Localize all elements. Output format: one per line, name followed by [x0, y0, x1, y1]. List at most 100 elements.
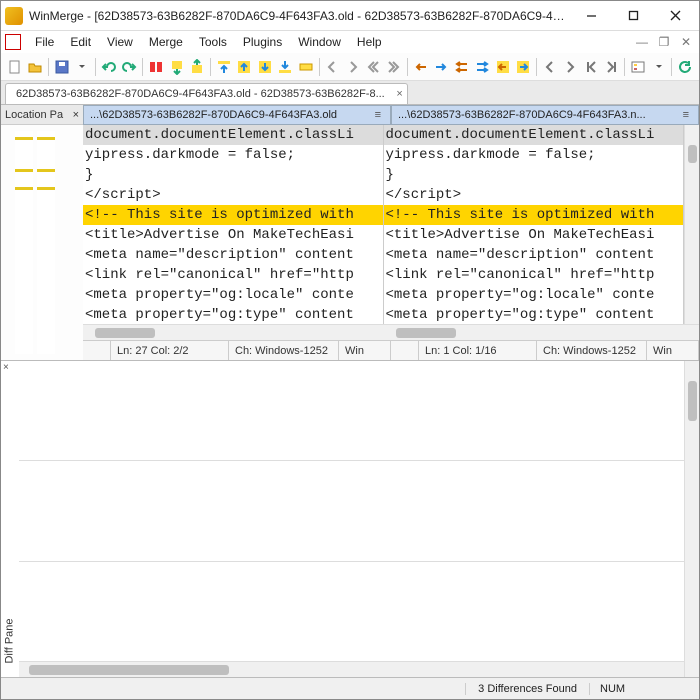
pane-status-bar: Ln: 27 Col: 2/2 Ch: Windows-1252 Win Ln:… [83, 340, 699, 360]
code-pane-right[interactable]: document.documentElement.classLiyipress.… [384, 125, 685, 324]
status-num: NUM [589, 683, 659, 695]
tab-close-icon[interactable]: × [396, 88, 402, 100]
location-body[interactable] [1, 125, 83, 360]
menu-plugins[interactable]: Plugins [235, 33, 290, 51]
undo-icon[interactable] [99, 56, 119, 78]
menu-help[interactable]: Help [349, 33, 390, 51]
mdi-minimize-button[interactable]: — [633, 34, 651, 50]
diff-down-icon[interactable] [167, 56, 187, 78]
menu-window[interactable]: Window [290, 33, 349, 51]
code-line: } [83, 165, 383, 185]
toolbar [1, 53, 699, 81]
location-pane: Location Pa × [1, 105, 83, 360]
copy-right-icon[interactable] [431, 56, 451, 78]
redo-icon[interactable] [120, 56, 140, 78]
next-diff-icon[interactable] [255, 56, 275, 78]
copy-left-all-icon[interactable] [452, 56, 472, 78]
code-line: <!-- This site is optimized with [384, 205, 684, 225]
toolbar-separator [624, 58, 625, 76]
status-right-enc: Win [647, 341, 699, 360]
last-diff-icon[interactable] [276, 56, 296, 78]
pane-left-header: ...\62D38573-63B6282F-870DA6C9-4F643FA3.… [83, 105, 391, 125]
location-close-icon[interactable]: × [73, 109, 79, 121]
close-button[interactable] [655, 3, 695, 29]
code-line: </script​> [83, 185, 383, 205]
options-icon[interactable] [628, 56, 648, 78]
code-line: } [384, 165, 684, 185]
pane-right-header: ...\62D38573-63B6282F-870DA6C9-4F643FA3.… [391, 105, 699, 125]
status-bar: 3 Differences Found NUM [1, 677, 699, 699]
vertical-scrollbar[interactable] [684, 125, 699, 324]
pane-eq-icon[interactable]: ≡ [372, 109, 384, 121]
refresh-icon[interactable] [675, 56, 695, 78]
all-right-icon[interactable] [514, 56, 534, 78]
menu-edit[interactable]: Edit [62, 33, 99, 51]
minimize-button[interactable] [571, 3, 611, 29]
copy-right-all-icon[interactable] [472, 56, 492, 78]
nav-next-icon[interactable] [343, 56, 363, 78]
all-left-icon[interactable] [493, 56, 513, 78]
window-title: WinMerge - [62D38573-63B6282F-870DA6C9-4… [29, 9, 571, 23]
diff-row[interactable] [19, 361, 684, 461]
code-line: yipress.darkmode = false; [384, 145, 684, 165]
status-left-enc: Win [339, 341, 391, 360]
code-line: <link rel="canonical" href="http [83, 265, 383, 285]
menu-view[interactable]: View [99, 33, 141, 51]
nav-prev2-icon[interactable] [364, 56, 384, 78]
merge-next2-icon[interactable] [602, 56, 622, 78]
toolbar-separator [407, 58, 408, 76]
diff-up-icon[interactable] [187, 56, 207, 78]
tab-label: 62D38573-63B6282F-870DA6C9-4F643FA3.old … [16, 88, 385, 100]
work-area: Location Pa × ...\62D38573-63B6282F-870D… [1, 105, 699, 677]
status-diffs: 3 Differences Found [465, 683, 589, 695]
menu-tools[interactable]: Tools [191, 33, 235, 51]
merge-prev-icon[interactable] [540, 56, 560, 78]
mdi-restore-button[interactable]: ❐ [655, 34, 673, 50]
document-icon [5, 34, 21, 50]
document-tab-bar: 62D38573-63B6282F-870DA6C9-4F643FA3.old … [1, 81, 699, 105]
menu-file[interactable]: File [27, 33, 62, 51]
compare-icon[interactable] [146, 56, 166, 78]
status-right-charset: Ch: Windows-1252 [537, 341, 647, 360]
diff-row[interactable] [19, 562, 684, 661]
mdi-close-button[interactable]: ✕ [677, 34, 695, 50]
diff-horizontal-scrollbar[interactable] [19, 661, 684, 677]
merge-prev2-icon[interactable] [581, 56, 601, 78]
save-dropdown-icon[interactable] [73, 56, 93, 78]
merge-next-icon[interactable] [561, 56, 581, 78]
options-dropdown-icon[interactable] [649, 56, 669, 78]
menu-merge[interactable]: Merge [141, 33, 191, 51]
pane-eq-icon[interactable]: ≡ [680, 109, 692, 121]
menu-bar: File Edit View Merge Tools Plugins Windo… [1, 31, 699, 53]
nav-next2-icon[interactable] [384, 56, 404, 78]
horizontal-scrollbar-right[interactable] [384, 324, 685, 340]
open-icon[interactable] [26, 56, 46, 78]
nav-prev-icon[interactable] [323, 56, 343, 78]
toolbar-separator [319, 58, 320, 76]
app-icon [5, 7, 23, 25]
first-diff-icon[interactable] [214, 56, 234, 78]
toolbar-separator [210, 58, 211, 76]
new-icon[interactable] [5, 56, 25, 78]
save-icon[interactable] [52, 56, 72, 78]
code-pane-left[interactable]: document.documentElement.classLiyipress.… [83, 125, 384, 324]
horizontal-scrollbar-left[interactable] [83, 324, 384, 340]
prev-diff-icon[interactable] [234, 56, 254, 78]
code-line: <!-- This site is optimized with [83, 205, 383, 225]
code-line: <meta name="description" content [384, 245, 684, 265]
status-right-lncol: Ln: 1 Col: 1/16 [419, 341, 537, 360]
goto-diff-icon[interactable] [296, 56, 316, 78]
diff-vertical-scrollbar[interactable] [684, 361, 699, 677]
diff-row[interactable] [19, 461, 684, 561]
document-tab[interactable]: 62D38573-63B6282F-870DA6C9-4F643FA3.old … [5, 83, 408, 104]
copy-left-icon[interactable] [411, 56, 431, 78]
code-line: <meta property="og:locale" conte [384, 285, 684, 305]
toolbar-separator [95, 58, 96, 76]
toolbar-separator [536, 58, 537, 76]
code-line: <meta property="og:locale" conte [83, 285, 383, 305]
code-line: <link rel="canonical" href="http [384, 265, 684, 285]
status-left-lncol: Ln: 27 Col: 2/2 [111, 341, 229, 360]
maximize-button[interactable] [613, 3, 653, 29]
location-pane-header: Location Pa × [1, 105, 83, 125]
diff-pane: × Diff Pane [1, 360, 699, 677]
